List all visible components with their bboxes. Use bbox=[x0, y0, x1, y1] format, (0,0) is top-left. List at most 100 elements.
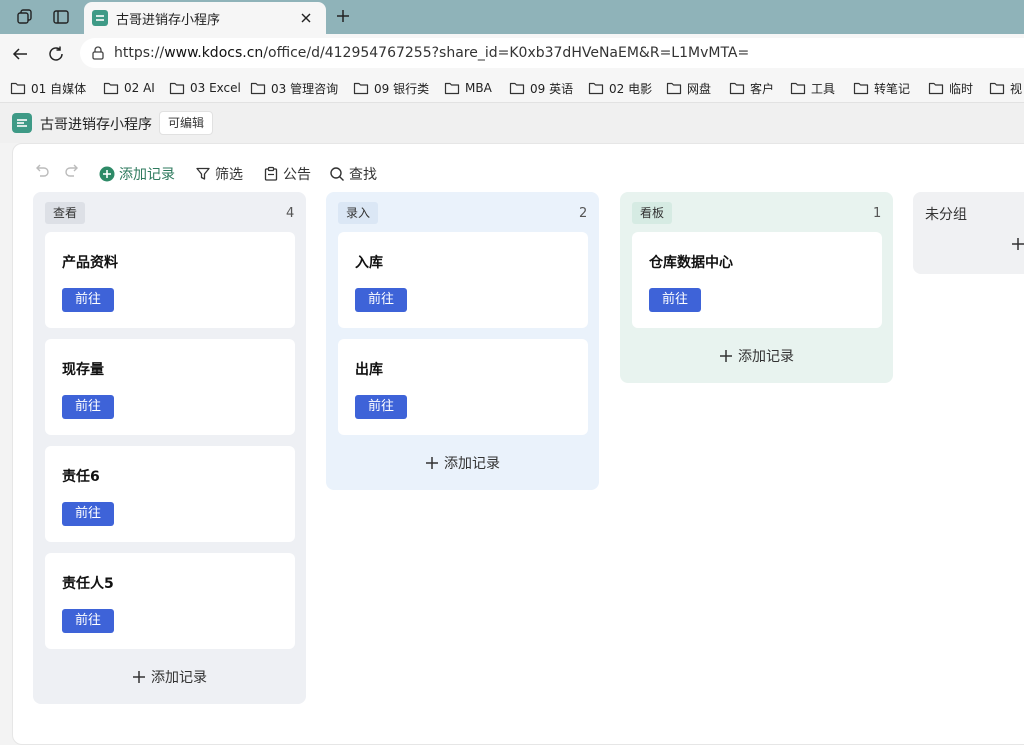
record-card[interactable]: 产品资料 前往 bbox=[45, 232, 295, 328]
bookmark-label: 01 自媒体 bbox=[31, 81, 87, 96]
column-board: 看板 1 仓库数据中心 前往 添加记录 bbox=[620, 192, 893, 383]
bookmark-item[interactable]: MBA bbox=[444, 79, 492, 97]
bookmark-item[interactable]: 03 管理咨询 bbox=[250, 79, 338, 97]
card-title: 产品资料 bbox=[62, 255, 118, 271]
folder-icon bbox=[509, 82, 525, 95]
bookmark-label: 02 AI bbox=[124, 81, 155, 95]
bookmark-item[interactable]: 工具 bbox=[790, 79, 835, 97]
bookmark-item[interactable]: 01 自媒体 bbox=[10, 79, 86, 97]
app-header: 古哥进销存小程序 可编辑 bbox=[0, 103, 1024, 143]
plus-icon bbox=[426, 457, 438, 469]
go-button[interactable]: 前往 bbox=[355, 288, 407, 312]
record-card[interactable]: 责任6 前往 bbox=[45, 446, 295, 542]
close-tab-icon[interactable] bbox=[296, 8, 316, 28]
clipboard-icon bbox=[264, 166, 278, 181]
card-title: 仓库数据中心 bbox=[649, 255, 733, 271]
notice-button[interactable]: 公告 bbox=[263, 164, 311, 184]
app-title: 古哥进销存小程序 bbox=[40, 117, 152, 133]
column-count: 2 bbox=[579, 206, 588, 221]
filter-button[interactable]: 筛选 bbox=[195, 164, 243, 184]
bookmark-label: MBA bbox=[465, 81, 492, 95]
bookmark-item[interactable]: 临时 bbox=[928, 79, 973, 97]
go-button[interactable]: 前往 bbox=[62, 609, 114, 633]
app-logo-icon bbox=[12, 113, 32, 133]
bookmark-item[interactable]: 转笔记 bbox=[853, 79, 910, 97]
search-label: 查找 bbox=[349, 167, 377, 183]
bookmark-label: 09 英语 bbox=[530, 81, 574, 96]
folder-icon bbox=[250, 82, 266, 95]
column-add-record-label: 添加记录 bbox=[444, 456, 500, 472]
column-add-record-button[interactable]: 添加记录 bbox=[131, 667, 207, 687]
card-title: 责任人5 bbox=[62, 576, 114, 592]
column-add-record-button[interactable]: 添加记录 bbox=[718, 346, 794, 366]
bookmark-label: 客户 bbox=[750, 81, 775, 96]
bookmark-item[interactable]: 网盘 bbox=[666, 79, 711, 97]
browser-tab-bar: 古哥进销存小程序 bbox=[0, 0, 1024, 34]
url-field[interactable]: https://www.kdocs.cn/office/d/4129547672… bbox=[80, 38, 1024, 68]
folder-icon bbox=[729, 82, 745, 95]
active-tab[interactable]: 古哥进销存小程序 bbox=[84, 2, 326, 34]
back-arrow-icon[interactable] bbox=[8, 42, 32, 66]
notice-label: 公告 bbox=[283, 167, 311, 183]
url-text: https://www.kdocs.cn/office/d/4129547672… bbox=[114, 45, 750, 61]
filter-icon bbox=[196, 167, 210, 180]
column-tag: 未分组 bbox=[925, 207, 967, 223]
bookmark-label: 03 Excel bbox=[190, 81, 241, 95]
undo-icon[interactable] bbox=[33, 162, 51, 180]
tab-actions-icon[interactable] bbox=[50, 6, 72, 28]
bookmark-item[interactable]: 02 电影 bbox=[588, 79, 652, 97]
go-button[interactable]: 前往 bbox=[62, 288, 114, 312]
record-card[interactable]: 出库 前往 bbox=[338, 339, 588, 435]
go-button[interactable]: 前往 bbox=[649, 288, 701, 312]
record-card[interactable]: 现存量 前往 bbox=[45, 339, 295, 435]
bookmark-item[interactable]: 09 银行类 bbox=[353, 79, 429, 97]
workspaces-icon[interactable] bbox=[14, 6, 36, 28]
filter-label: 筛选 bbox=[215, 167, 243, 183]
folder-icon bbox=[989, 82, 1005, 95]
search-button[interactable]: 查找 bbox=[329, 164, 377, 184]
address-bar-row: https://www.kdocs.cn/office/d/4129547672… bbox=[0, 34, 1024, 72]
bookmark-label: 工具 bbox=[811, 81, 836, 96]
bookmark-item[interactable]: 09 英语 bbox=[509, 79, 573, 97]
go-button[interactable]: 前往 bbox=[62, 395, 114, 419]
bookmark-item[interactable]: 03 Excel bbox=[169, 79, 241, 97]
add-record-label: 添加记录 bbox=[119, 167, 175, 183]
record-card[interactable]: 仓库数据中心 前往 bbox=[632, 232, 882, 328]
card-title: 现存量 bbox=[62, 362, 104, 378]
folder-icon bbox=[588, 82, 604, 95]
go-button[interactable]: 前往 bbox=[355, 395, 407, 419]
column-count: 4 bbox=[286, 206, 295, 221]
bookmark-label: 视 bbox=[1010, 81, 1023, 96]
column-add-record-label: 添加记录 bbox=[738, 349, 794, 365]
new-tab-icon[interactable] bbox=[332, 5, 354, 27]
lock-icon[interactable] bbox=[90, 45, 106, 61]
edit-permission-badge[interactable]: 可编辑 bbox=[159, 111, 214, 135]
bookmark-item[interactable]: 02 AI bbox=[103, 79, 155, 97]
column-view: 查看 4 产品资料 前往 现存量 前往 责任6 前往 责任人5 前往 添加记录 bbox=[33, 192, 306, 704]
bookmarks-bar: 01 自媒体 02 AI 03 Excel 03 管理咨询 09 银行类 MBA 09 英语… bbox=[0, 72, 1024, 103]
record-card[interactable]: 入库 前往 bbox=[338, 232, 588, 328]
record-card[interactable]: 责任人5 前往 bbox=[45, 553, 295, 649]
card-title: 出库 bbox=[355, 362, 383, 378]
column-tag: 录入 bbox=[338, 202, 379, 224]
column-add-record-button[interactable]: 添加记录 bbox=[424, 453, 500, 473]
go-button[interactable]: 前往 bbox=[62, 502, 114, 526]
refresh-icon[interactable] bbox=[44, 42, 68, 66]
column-count: 1 bbox=[873, 206, 882, 221]
bookmark-label: 临时 bbox=[949, 81, 974, 96]
bookmark-item[interactable]: 视 bbox=[989, 79, 1022, 97]
bookmark-label: 03 管理咨询 bbox=[271, 81, 339, 96]
redo-icon[interactable] bbox=[63, 162, 81, 180]
bookmark-item[interactable]: 客户 bbox=[729, 79, 774, 97]
plus-icon[interactable] bbox=[1010, 236, 1024, 252]
bookmark-label: 转笔记 bbox=[874, 81, 911, 96]
folder-icon bbox=[790, 82, 806, 95]
plus-icon bbox=[720, 350, 732, 362]
column-add-record-label: 添加记录 bbox=[151, 670, 207, 686]
card-title: 入库 bbox=[355, 255, 383, 271]
column-tag: 看板 bbox=[632, 202, 673, 224]
add-record-button[interactable]: 添加记录 bbox=[99, 164, 175, 184]
bookmark-label: 02 电影 bbox=[609, 81, 653, 96]
plus-icon bbox=[133, 671, 145, 683]
tab-favicon-icon bbox=[92, 10, 108, 26]
